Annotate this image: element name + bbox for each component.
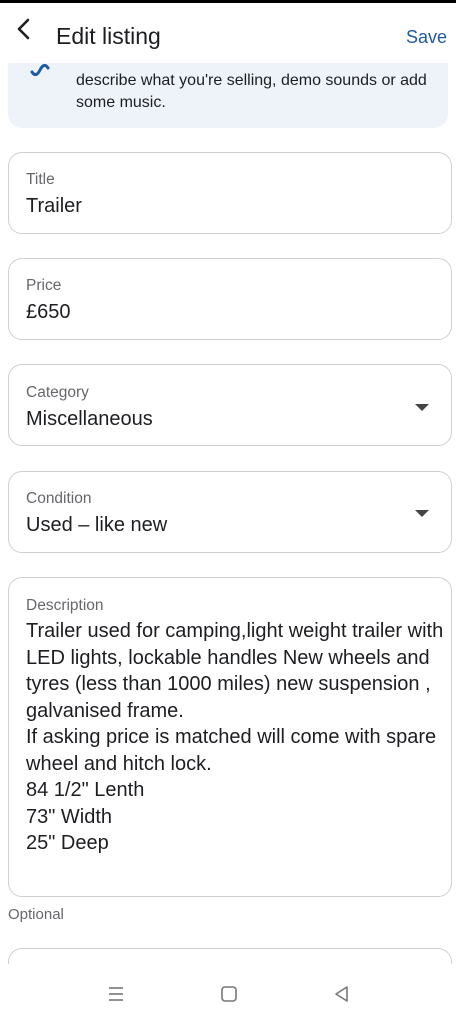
- description-field[interactable]: Description Trailer used for camping,lig…: [8, 577, 452, 897]
- category-value: Miscellaneous: [26, 408, 153, 430]
- title-label: Title: [26, 171, 55, 188]
- top-app-bar: Edit listing Save: [0, 3, 456, 63]
- category-select[interactable]: Category Miscellaneous: [8, 364, 452, 446]
- menu-icon: [106, 984, 126, 1009]
- dropdown-arrow-icon: [415, 404, 429, 411]
- home-square-icon: [219, 984, 239, 1009]
- price-value[interactable]: £650: [26, 301, 71, 324]
- description-label: Description: [26, 597, 104, 614]
- optional-hint: Optional: [8, 906, 64, 923]
- dropdown-arrow-icon: [415, 510, 429, 517]
- back-button[interactable]: [8, 15, 40, 47]
- category-label: Category: [26, 384, 89, 401]
- recent-apps-button[interactable]: [102, 982, 130, 1010]
- page-title: Edit listing: [56, 23, 161, 49]
- condition-select[interactable]: Condition Used – like new: [8, 471, 452, 553]
- price-field[interactable]: Price £650: [8, 258, 452, 340]
- system-nav-bar: [0, 964, 456, 1024]
- home-button[interactable]: [215, 982, 243, 1010]
- chevron-left-icon: [14, 17, 34, 46]
- back-triangle-icon: [332, 984, 352, 1009]
- title-field[interactable]: Title Trailer: [8, 152, 452, 234]
- save-button[interactable]: Save: [406, 27, 447, 48]
- system-back-button[interactable]: [328, 982, 356, 1010]
- title-value[interactable]: Trailer: [26, 195, 82, 218]
- price-label: Price: [26, 277, 62, 294]
- banner-text: describe what you're selling, demo sound…: [76, 72, 427, 111]
- condition-value: Used – like new: [26, 514, 168, 536]
- condition-label: Condition: [26, 490, 92, 507]
- description-textarea[interactable]: Trailer used for camping,light weight tr…: [26, 618, 446, 857]
